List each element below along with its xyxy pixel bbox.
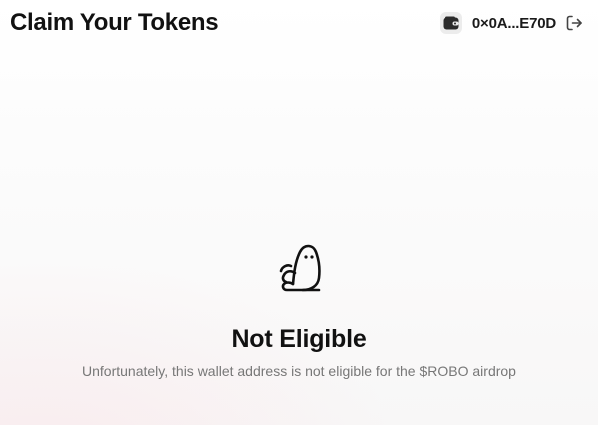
status-message: Unfortunately, this wallet address is no… — [82, 363, 516, 379]
header: Claim Your Tokens 0×0A...E70D — [0, 0, 598, 48]
ghost-icon — [279, 244, 321, 292]
wallet-area: 0×0A...E70D — [439, 12, 584, 34]
status-title: Not Eligible — [231, 325, 367, 353]
page-title: Claim Your Tokens — [10, 9, 219, 36]
wallet-address: 0×0A...E70D — [471, 14, 556, 32]
claim-page: Claim Your Tokens 0×0A...E70D Not Eligib… — [0, 0, 598, 425]
logout-icon — [566, 15, 582, 31]
wallet-icon — [439, 12, 462, 34]
logout-button[interactable] — [564, 13, 584, 33]
wallet-address-button[interactable]: 0×0A...E70D — [439, 12, 556, 34]
eligibility-status: Not Eligible Unfortunately, this wallet … — [0, 240, 598, 380]
